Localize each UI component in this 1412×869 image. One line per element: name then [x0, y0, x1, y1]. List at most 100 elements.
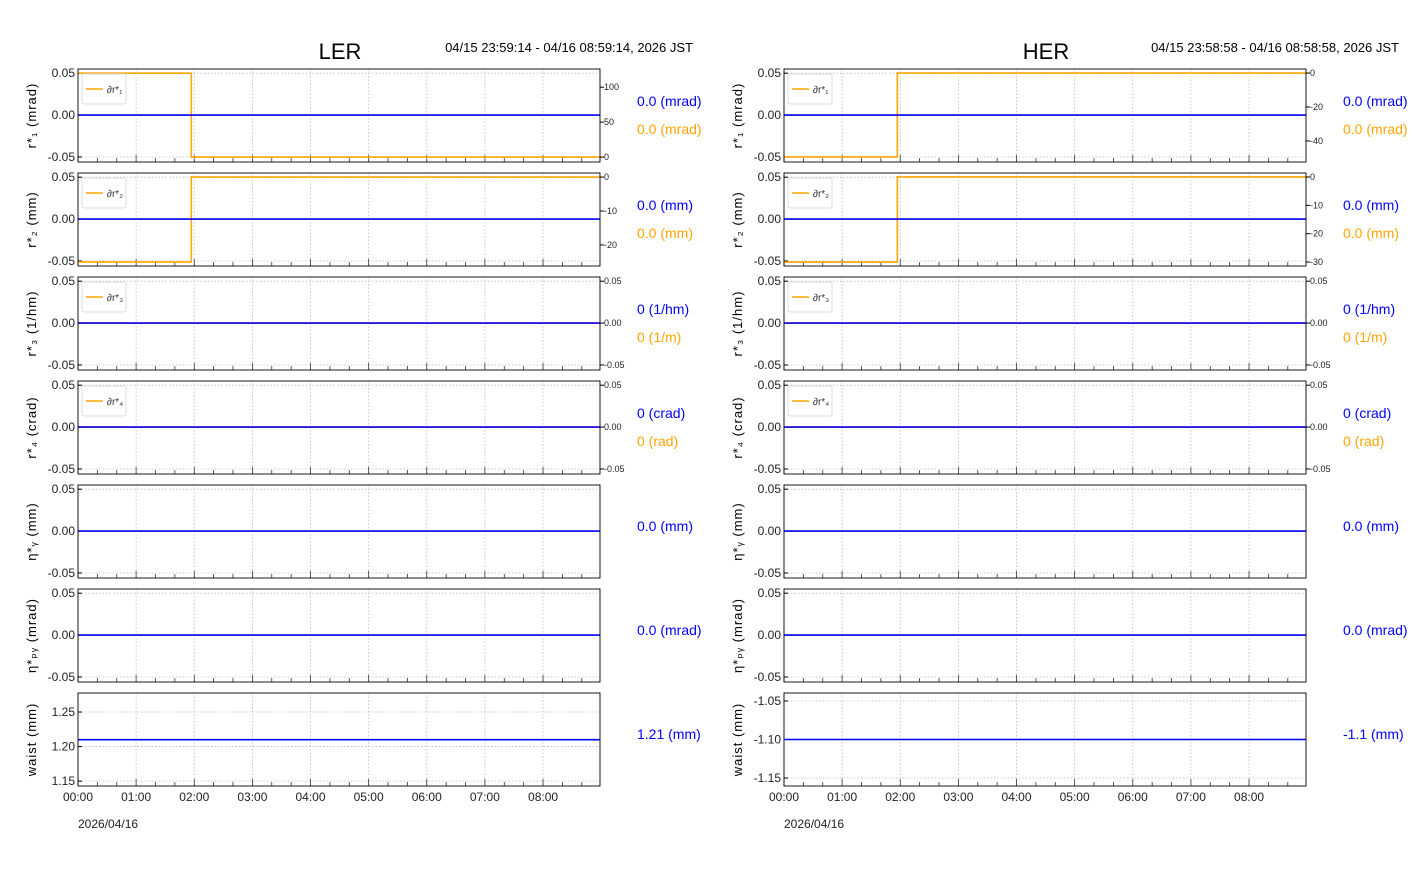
current-value-label: 0.0 (mm) — [637, 518, 693, 534]
right-y-tick-label: -0.05 — [1310, 360, 1331, 370]
y-tick-label: -0.05 — [48, 462, 76, 476]
y-tick-label: -0.05 — [48, 566, 76, 580]
x-tick-label: 08:00 — [528, 790, 558, 804]
y-tick-label: 0.05 — [758, 378, 782, 392]
y-tick-label: 0.05 — [52, 482, 76, 496]
x-tick-label: 08:00 — [1234, 790, 1264, 804]
y-tick-label: -0.05 — [754, 462, 782, 476]
panel: 0.05 0.00 -0.05 η*ₚᵧ (mrad) 0.0 (mrad) — [24, 586, 702, 684]
y-tick-label: -0.05 — [48, 254, 76, 268]
x-tick-label: 03:00 — [943, 790, 973, 804]
y-tick-label: -0.05 — [754, 566, 782, 580]
y-tick-label: 0.05 — [52, 586, 76, 600]
current-delta-label: 0.0 (mm) — [637, 225, 693, 241]
y-tick-label: 1.15 — [52, 774, 76, 788]
y-axis-label: η*ᵧ (mm) — [730, 502, 745, 560]
current-value-label: 0 (1/hm) — [1343, 301, 1395, 317]
y-tick-label: 0.00 — [52, 316, 76, 330]
y-tick-label: 0.05 — [758, 170, 782, 184]
current-value-label: 0 (crad) — [1343, 405, 1391, 421]
current-value-label: 0.0 (mrad) — [637, 622, 702, 638]
current-value-label: 0 (crad) — [637, 405, 685, 421]
column-title: HER — [1023, 39, 1069, 64]
panel: 0.05 0.00 -0.05 η*ᵧ (mm) 0.0 (mm) — [730, 482, 1399, 580]
panel: 1.25 1.20 1.15 waist (mm) 1.21 (mm) 00:00 01:0… — [24, 692, 701, 831]
y-tick-label: -0.05 — [48, 358, 76, 372]
right-y-tick-label: 50 — [604, 117, 614, 127]
y-axis-label: η*ₚᵧ (mrad) — [730, 598, 745, 673]
y-tick-label: -0.05 — [754, 254, 782, 268]
y-tick-label: 0.00 — [52, 628, 76, 642]
right-y-tick-label: 0.00 — [604, 422, 622, 432]
x-tick-label: 05:00 — [354, 790, 384, 804]
column-title: LER — [319, 39, 362, 64]
current-value-label: 0.0 (mm) — [1343, 518, 1399, 534]
right-y-tick-label: -0.05 — [1310, 464, 1331, 474]
y-tick-label: 0.00 — [52, 420, 76, 434]
right-y-tick-label: 0.00 — [1310, 422, 1328, 432]
y-tick-label: 0.00 — [52, 108, 76, 122]
x-tick-label: 07:00 — [1176, 790, 1206, 804]
time-range-label: 04/15 23:59:14 - 04/16 08:59:14, 2026 JS… — [445, 40, 693, 55]
y-axis-label: r*₄ (crad) — [24, 396, 39, 458]
right-y-tick-label: 0.00 — [1310, 318, 1328, 328]
subplot-column-her: HER 04/15 23:58:58 - 04/16 08:58:58, 2026… — [730, 39, 1408, 831]
y-tick-label: 0.05 — [52, 274, 76, 288]
x-tick-label: 00:00 — [63, 790, 93, 804]
y-axis-label: r*₃ (1/hm) — [730, 291, 745, 357]
y-tick-label: 0.00 — [758, 628, 782, 642]
date-label: 2026/04/16 — [784, 817, 844, 831]
current-value-label: 0.0 (mm) — [637, 197, 693, 213]
y-tick-label: -0.05 — [48, 670, 76, 684]
legend-label: ∂r*₂ — [107, 189, 123, 200]
panel: 0.05 0.00 -0.05 η*ₚᵧ (mrad) 0.0 (mrad) — [730, 586, 1408, 684]
y-tick-label: -0.05 — [48, 150, 76, 164]
right-y-tick-label: 0 — [604, 172, 609, 182]
panel: 0.05 0.00 -0.05 η*ᵧ (mm) 0.0 (mm) — [24, 482, 693, 580]
y-tick-label: 0.00 — [758, 420, 782, 434]
current-value-label: 0.0 (mrad) — [1343, 622, 1408, 638]
y-tick-label: 0.00 — [52, 212, 76, 226]
panel: 0.05 0.00 -0.05 0.05 0.00 -0.05 ∂r*₃ r*₃ (1/hm)… — [730, 274, 1395, 372]
subplot-column-ler: LER 04/15 23:59:14 - 04/16 08:59:14, 2026… — [24, 39, 702, 831]
right-y-tick-label: 0 — [1310, 172, 1315, 182]
y-axis-label: r*₂ (mm) — [24, 191, 39, 247]
x-tick-label: 01:00 — [121, 790, 151, 804]
y-axis-label: η*ₚᵧ (mrad) — [24, 598, 39, 673]
right-y-tick-label: -0.05 — [604, 464, 625, 474]
y-tick-label: 0.00 — [758, 108, 782, 122]
y-tick-label: -0.05 — [754, 358, 782, 372]
legend-label: ∂r*₃ — [107, 293, 123, 304]
date-label: 2026/04/16 — [78, 817, 138, 831]
current-value-label: 0.0 (mrad) — [1343, 93, 1408, 109]
right-y-tick-label: -20 — [1310, 229, 1323, 239]
x-tick-label: 00:00 — [769, 790, 799, 804]
current-delta-label: 0.0 (mm) — [1343, 225, 1399, 241]
y-tick-label: 0.00 — [758, 524, 782, 538]
current-delta-label: 0 (rad) — [1343, 433, 1384, 449]
right-y-tick-label: 0.05 — [604, 276, 622, 286]
legend-label: ∂r*₁ — [813, 85, 829, 96]
legend-label: ∂r*₃ — [813, 293, 829, 304]
current-value-label: 0 (1/hm) — [637, 301, 689, 317]
x-tick-label: 04:00 — [1002, 790, 1032, 804]
right-y-tick-label: 100 — [604, 82, 619, 92]
y-tick-label: -1.10 — [754, 733, 782, 747]
y-tick-label: -0.05 — [754, 150, 782, 164]
y-tick-label: 0.00 — [758, 316, 782, 330]
current-value-label: 0.0 (mm) — [1343, 197, 1399, 213]
right-y-tick-label: 0.00 — [604, 318, 622, 328]
y-tick-label: -1.15 — [754, 771, 782, 785]
legend-label: ∂r*₂ — [813, 189, 829, 200]
current-delta-label: 0 (1/m) — [1343, 329, 1387, 345]
right-y-tick-label: 0.05 — [1310, 380, 1328, 390]
beam-parameter-figure: LER 04/15 23:59:14 - 04/16 08:59:14, 2026… — [24, 39, 1408, 831]
y-tick-label: 0.05 — [52, 378, 76, 392]
right-y-tick-label: 0.05 — [604, 380, 622, 390]
x-tick-label: 02:00 — [179, 790, 209, 804]
y-tick-label: -1.05 — [754, 694, 782, 708]
current-delta-label: 0 (rad) — [637, 433, 678, 449]
legend-label: ∂r*₁ — [107, 85, 123, 96]
y-tick-label: 0.00 — [758, 212, 782, 226]
right-y-tick-label: 0.05 — [1310, 276, 1328, 286]
